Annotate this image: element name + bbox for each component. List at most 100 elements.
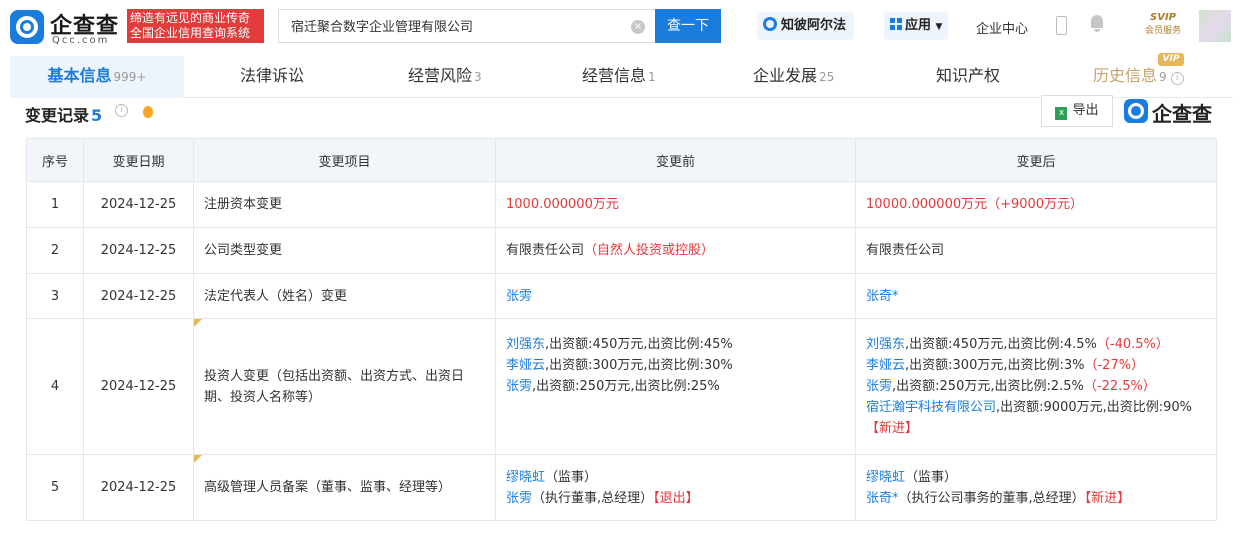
mobile-phone-icon[interactable] bbox=[1056, 16, 1067, 35]
manager-link[interactable]: 缪晓虹 bbox=[866, 470, 905, 485]
cell-date: 2024-12-25 bbox=[83, 454, 194, 521]
apps-grid-icon bbox=[890, 18, 902, 30]
cell-before: 缪晓虹（监事） 张雱（执行董事,总经理）【退出】 bbox=[495, 454, 856, 521]
cell-date: 2024-12-25 bbox=[83, 181, 194, 228]
manager-link[interactable]: 缪晓虹 bbox=[506, 470, 545, 485]
manager-role: （监事） bbox=[545, 469, 598, 485]
person-link[interactable]: 张奇* bbox=[855, 273, 1217, 319]
apps-menu-button[interactable]: 应用 ▼ bbox=[884, 12, 949, 40]
qcc-logo-icon bbox=[1124, 99, 1148, 123]
search-button[interactable]: 查一下 bbox=[655, 9, 721, 43]
tab-development[interactable]: 企业发展 25 bbox=[753, 56, 834, 98]
item-text: 高级管理人员备案（董事、监事、经理等） bbox=[204, 480, 452, 495]
person-link[interactable]: 张雱 bbox=[495, 273, 856, 319]
cell-before: 刘强东,出资额:450万元,出资比例:45% 李娅云,出资额:300万元,出资比… bbox=[495, 318, 856, 455]
new-entry-tag: 【新进】 bbox=[866, 421, 919, 436]
investor-link[interactable]: 张雱 bbox=[506, 379, 532, 394]
zhibo-alpha-button[interactable]: 知彼阿尔法 bbox=[757, 12, 855, 40]
cell-item: 法定代表人（姓名）变更 bbox=[193, 273, 496, 319]
svip-membership-button[interactable]: SVIP 会员服务 bbox=[1139, 12, 1187, 40]
manager-line: 缪晓虹（监事） bbox=[866, 467, 1206, 488]
investor-link[interactable]: 李娅云 bbox=[506, 358, 545, 373]
investor-detail: ,出资额:250万元,出资比例:2.5% bbox=[892, 379, 1084, 394]
investor-line: 宿迁瀚宇科技有限公司,出资额:9000万元,出资比例:90% 【新进】 bbox=[866, 397, 1206, 439]
cell-item: 高级管理人员备案（董事、监事、经理等） bbox=[193, 454, 496, 521]
alert-flame-icon[interactable] bbox=[141, 104, 155, 120]
manager-line: 张奇*（执行公司事务的董事,总经理）【新进】 bbox=[866, 488, 1206, 509]
cell-no: 4 bbox=[26, 318, 84, 455]
corner-marker bbox=[194, 455, 202, 463]
company-type: 有限责任公司 bbox=[506, 243, 585, 258]
search-box: × bbox=[278, 9, 655, 43]
change-records-table: 序号 变更日期 变更项目 变更前 变更后 1 2024-12-25 注册资本变更… bbox=[26, 138, 1217, 521]
qcc-logo[interactable]: 企查查 Qcc.com bbox=[10, 8, 126, 46]
table-row: 4 2024-12-25 投资人变更（包括出资额、出资方式、出资日期、投资人名称… bbox=[26, 318, 1217, 455]
tab-count: 9 bbox=[1159, 70, 1167, 84]
tab-business-info[interactable]: 经营信息 1 bbox=[582, 56, 656, 98]
corner-marker bbox=[194, 319, 202, 327]
investor-link[interactable]: 李娅云 bbox=[866, 358, 905, 373]
tab-basic-info[interactable]: 基本信息 999+ bbox=[10, 56, 184, 98]
ratio-delta: （-22.5%） bbox=[1083, 379, 1156, 394]
investor-link[interactable]: 张雱 bbox=[866, 379, 892, 394]
manager-role: （执行董事,总经理） bbox=[532, 490, 654, 506]
investor-line: 张雱,出资额:250万元,出资比例:25% bbox=[506, 376, 845, 397]
new-entry-tag: 【新进】 bbox=[1084, 490, 1131, 506]
ratio-delta: （-27%） bbox=[1084, 358, 1145, 373]
table-row: 5 2024-12-25 高级管理人员备案（董事、监事、经理等） 缪晓虹（监事）… bbox=[26, 454, 1217, 521]
header-date: 变更日期 bbox=[83, 138, 194, 182]
manager-link[interactable]: 张雱 bbox=[506, 491, 532, 506]
header-no: 序号 bbox=[26, 138, 84, 182]
svip-label: SVIP bbox=[1150, 12, 1176, 23]
manager-link[interactable]: 张奇* bbox=[866, 491, 899, 506]
search-input[interactable] bbox=[291, 18, 621, 33]
tab-count: 3 bbox=[474, 70, 482, 84]
vip-badge: VIP bbox=[1158, 53, 1184, 66]
cell-before: 有限责任公司（自然人投资或控股） bbox=[495, 227, 856, 274]
tab-count: 25 bbox=[819, 70, 835, 84]
investor-link[interactable]: 刘强东 bbox=[866, 337, 905, 352]
tab-label: 经营信息 bbox=[582, 66, 647, 85]
tab-business-risk[interactable]: 经营风险 3 bbox=[408, 56, 482, 98]
table-header-row: 序号 变更日期 变更项目 变更前 变更后 bbox=[26, 138, 1217, 182]
investor-line: 刘强东,出资额:450万元,出资比例:4.5%（-40.5%） bbox=[866, 334, 1206, 355]
info-icon[interactable]: i bbox=[115, 104, 128, 117]
investor-line: 李娅云,出资额:300万元,出资比例:30% bbox=[506, 355, 845, 376]
investor-link[interactable]: 刘强东 bbox=[506, 337, 545, 352]
cell-no: 5 bbox=[26, 454, 84, 521]
investor-detail: ,出资额:250万元,出资比例:25% bbox=[532, 379, 720, 394]
table-row: 2 2024-12-25 公司类型变更 有限责任公司（自然人投资或控股） 有限责… bbox=[26, 227, 1217, 274]
cell-no: 3 bbox=[26, 273, 84, 319]
tab-count: 1 bbox=[648, 70, 656, 84]
investor-link[interactable]: 宿迁瀚宇科技有限公司 bbox=[866, 400, 996, 415]
cell-item: 投资人变更（包括出资额、出资方式、出资日期、投资人名称等） bbox=[193, 318, 496, 455]
enterprise-center-link[interactable]: 企业中心 bbox=[976, 18, 1028, 37]
notification-bell-icon[interactable] bbox=[1089, 15, 1105, 33]
investor-detail: ,出资额:450万元,出资比例:4.5% bbox=[905, 337, 1097, 352]
zhibo-alpha-label: 知彼阿尔法 bbox=[781, 18, 847, 33]
clear-icon[interactable]: × bbox=[631, 20, 645, 34]
info-icon[interactable]: i bbox=[1170, 72, 1184, 85]
company-type-note: （自然人投资或控股） bbox=[584, 243, 715, 258]
cell-item: 注册资本变更 bbox=[193, 181, 496, 228]
cell-after: 缪晓虹（监事） 张奇*（执行公司事务的董事,总经理）【新进】 bbox=[855, 454, 1217, 521]
tab-label: 知识产权 bbox=[936, 66, 1001, 85]
tab-label: 历史信息 bbox=[1093, 66, 1158, 85]
export-button[interactable]: x 导出 bbox=[1041, 95, 1113, 127]
tab-ip[interactable]: 知识产权 bbox=[936, 56, 1000, 98]
cell-after: 有限责任公司 bbox=[855, 227, 1217, 274]
manager-role: （执行公司事务的董事,总经理） bbox=[898, 490, 1085, 506]
cell-no: 1 bbox=[26, 181, 84, 228]
company-tabs: 基本信息 999+ 法律诉讼 经营风险 3 经营信息 1 企业发展 25 知识产权 历史… bbox=[10, 56, 1233, 98]
manager-role: （监事） bbox=[905, 469, 958, 485]
slogan-line-2: 全国企业信用查询系统 bbox=[130, 26, 251, 40]
section-title: 变更记录 5 bbox=[25, 102, 102, 126]
zhibo-alpha-icon bbox=[763, 17, 777, 31]
manager-line: 缪晓虹（监事） bbox=[506, 467, 845, 488]
tab-legal[interactable]: 法律诉讼 bbox=[240, 56, 304, 98]
cell-after: 刘强东,出资额:450万元,出资比例:4.5%（-40.5%） 李娅云,出资额:… bbox=[855, 318, 1217, 455]
slogan-line-1: 缔造有远见的商业传奇 bbox=[130, 11, 251, 25]
top-bar: 企查查 Qcc.com 缔造有远见的商业传奇 全国企业信用查询系统 × 查一下 … bbox=[0, 0, 1243, 54]
user-avatar[interactable] bbox=[1199, 10, 1231, 42]
qcc-logo-icon bbox=[10, 10, 44, 44]
